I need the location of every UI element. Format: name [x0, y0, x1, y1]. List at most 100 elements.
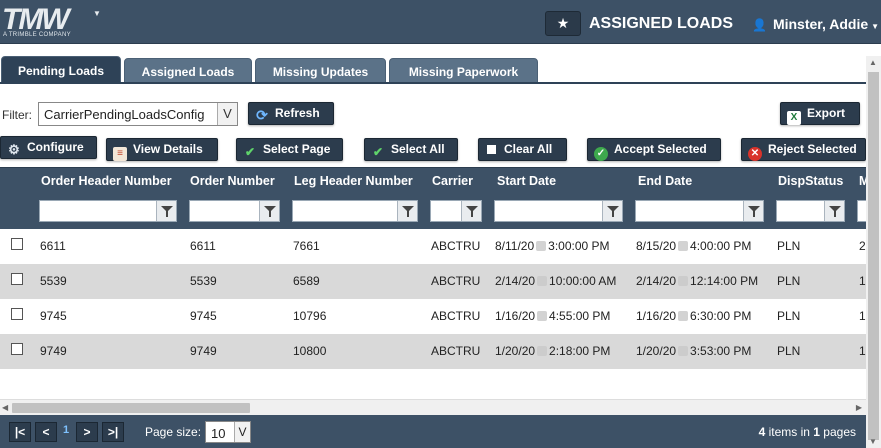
tab-pending-loads[interactable]: Pending Loads [1, 56, 121, 84]
filter-select-value: CarrierPendingLoadsConfig [44, 107, 205, 122]
chevron-down-icon[interactable]: ▼ [93, 9, 101, 18]
filter-input-start-date[interactable] [494, 200, 623, 222]
filter-input-order-number[interactable] [189, 200, 280, 222]
chevron-down-icon[interactable]: V [217, 103, 237, 125]
cell-carrier: ABCTRU [431, 239, 481, 253]
view-details-button[interactable]: ≡ View Details [106, 138, 218, 161]
vertical-scroll-thumb[interactable] [868, 72, 879, 440]
scroll-left-arrow-icon[interactable]: ◀ [2, 403, 8, 412]
filter-funnel-icon[interactable] [602, 201, 622, 221]
table-row[interactable]: 9745 9745 10796 ABCTRU 1/16/20 4:55:00 PM… [0, 299, 866, 334]
tab-missing-paperwork[interactable]: Missing Paperwork [389, 58, 538, 84]
row-checkbox[interactable] [11, 343, 23, 355]
filter-funnel-icon[interactable] [824, 201, 844, 221]
table-row[interactable]: 5539 5539 6589 ABCTRU 2/14/20 10:00:00 AM… [0, 264, 866, 299]
page-size-label: Page size: [145, 425, 202, 439]
tab-assigned-loads[interactable]: Assigned Loads [124, 58, 252, 84]
user-menu[interactable]: 👤 Minster, Addie ▼ [752, 16, 879, 32]
user-icon: 👤 [752, 18, 767, 32]
reject-x-icon: ✕ [748, 147, 762, 161]
clear-all-button[interactable]: Clear All [478, 138, 567, 161]
filter-input-disp-status[interactable] [776, 200, 845, 222]
cell-order-number: 9745 [190, 309, 217, 323]
refresh-button[interactable]: ⟳ Refresh [248, 102, 334, 125]
table-row[interactable]: 9749 9749 10800 ABCTRU 1/20/20 2:18:00 PM… [0, 334, 866, 369]
filter-input-order-header-number[interactable] [39, 200, 177, 222]
refresh-label: Refresh [275, 106, 320, 120]
filter-funnel-icon[interactable] [461, 201, 481, 221]
cell-end-date: 2/14/20 12:14:00 PM [636, 274, 759, 288]
filter-label: Filter: [2, 108, 32, 122]
next-page-button[interactable]: > [76, 422, 98, 442]
last-page-button[interactable]: >| [102, 422, 124, 442]
page-size-select[interactable]: 10 V [205, 421, 251, 443]
filter-input-leg-header-number[interactable] [292, 200, 418, 222]
row-checkbox[interactable] [11, 273, 23, 285]
export-button[interactable]: X Export [780, 102, 860, 125]
filter-funnel-icon[interactable] [743, 201, 763, 221]
tab-bar: Pending Loads Assigned Loads Missing Upd… [0, 56, 881, 84]
cell-end-date: 1/20/20 3:53:00 PM [636, 344, 752, 358]
scroll-down-arrow-icon[interactable]: ▼ [869, 437, 877, 446]
favorite-star-button[interactable]: ★ [545, 11, 581, 36]
user-name: Minster, Addie [772, 16, 869, 32]
reject-selected-button[interactable]: ✕ Reject Selected [741, 138, 866, 161]
check-icon: ✔ [372, 145, 384, 159]
column-header-end-date[interactable]: End Date [638, 174, 692, 188]
cell-order-header-number: 6611 [40, 239, 66, 253]
row-checkbox[interactable] [11, 308, 23, 320]
filter-funnel-icon[interactable] [259, 201, 279, 221]
accept-check-icon: ✓ [594, 147, 608, 161]
cell-order-number: 9749 [190, 344, 217, 358]
column-header-order-header-number[interactable]: Order Header Number [41, 174, 172, 188]
configure-button[interactable]: ⚙ Configure [0, 136, 97, 159]
cell-disp-status: PLN [777, 344, 801, 358]
horizontal-scrollbar[interactable]: ◀ ▶ [0, 399, 866, 415]
column-header-leg-header-number[interactable]: Leg Header Number [294, 174, 413, 188]
cell-disp-status: PLN [777, 309, 801, 323]
column-header-carrier[interactable]: Carrier [432, 174, 473, 188]
cell-leg-header-number: 10800 [293, 344, 327, 358]
filter-funnel-icon[interactable] [156, 201, 176, 221]
scroll-right-arrow-icon[interactable]: ▶ [856, 403, 862, 412]
column-header-disp-status[interactable]: DispStatus [778, 174, 843, 188]
chevron-down-icon[interactable]: V [234, 422, 250, 442]
column-header-start-date[interactable]: Start Date [497, 174, 556, 188]
cell-carrier: ABCTRU [431, 309, 481, 323]
column-header-order-number[interactable]: Order Number [190, 174, 275, 188]
top-bar: TMW A TRIMBLE COMPANY ▼ ★ ASSIGNED LOADS… [0, 0, 881, 44]
pager-info: 4 items in 1 pages [758, 425, 856, 439]
horizontal-scroll-thumb[interactable] [12, 403, 250, 413]
cell-leg-header-number: 10796 [293, 309, 327, 323]
cell-m: 1 [859, 344, 866, 358]
filter-funnel-icon[interactable] [397, 201, 417, 221]
tmw-logo[interactable]: TMW A TRIMBLE COMPANY [2, 3, 92, 41]
cell-order-header-number: 9745 [40, 309, 67, 323]
filter-select[interactable]: CarrierPendingLoadsConfig V [38, 102, 238, 126]
current-page-number[interactable]: 1 [63, 424, 69, 436]
document-icon: ≡ [113, 147, 127, 161]
row-checkbox[interactable] [11, 238, 23, 250]
cell-end-date: 8/15/20 4:00:00 PM [636, 239, 752, 253]
configure-label: Configure [27, 140, 84, 154]
vertical-scrollbar[interactable]: ▲ ▼ [866, 56, 881, 448]
select-all-button[interactable]: ✔ Select All [364, 138, 458, 161]
select-page-button[interactable]: ✔ Select Page [236, 138, 343, 161]
tab-missing-updates[interactable]: Missing Updates [255, 58, 386, 84]
previous-page-button[interactable]: < [35, 422, 57, 442]
accept-selected-button[interactable]: ✓ Accept Selected [587, 138, 721, 161]
cell-disp-status: PLN [777, 239, 801, 253]
filter-input-end-date[interactable] [635, 200, 764, 222]
check-icon: ✔ [244, 145, 256, 159]
cell-disp-status: PLN [777, 274, 801, 288]
table-row[interactable]: 6611 6611 7661 ABCTRU 8/11/20 3:00:00 PM … [0, 229, 866, 264]
cell-order-header-number: 9749 [40, 344, 67, 358]
accept-selected-label: Accept Selected [614, 142, 707, 156]
cell-carrier: ABCTRU [431, 344, 481, 358]
filter-input-carrier[interactable] [430, 200, 482, 222]
first-page-button[interactable]: |< [9, 422, 31, 442]
page-title: ASSIGNED LOADS [589, 15, 734, 32]
scroll-up-arrow-icon[interactable]: ▲ [869, 58, 877, 67]
export-label: Export [807, 106, 846, 120]
cell-order-number: 6611 [190, 239, 216, 253]
